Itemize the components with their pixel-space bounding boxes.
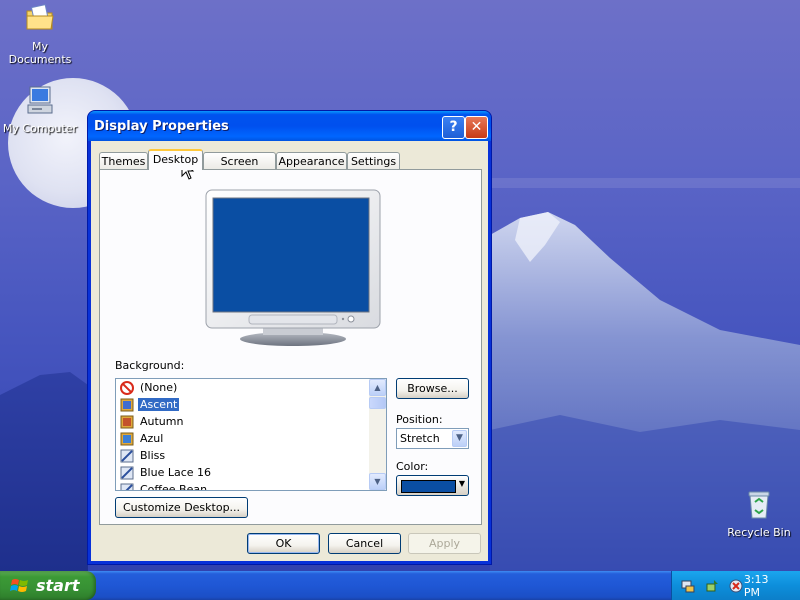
safely-remove-icon[interactable] (704, 578, 720, 594)
window-title: Display Properties (94, 119, 229, 134)
computer-icon (27, 86, 53, 114)
system-tray: 3:13 PM (671, 571, 800, 600)
list-item-label: Bliss (140, 449, 166, 462)
pattern-icon (120, 466, 134, 479)
customize-desktop-button[interactable]: Customize Desktop... (115, 497, 248, 518)
position-label: Position: (396, 413, 443, 426)
apply-button[interactable]: Apply (408, 533, 481, 554)
help-button[interactable]: ? (442, 116, 465, 139)
background-label: Background: (115, 359, 185, 372)
list-item[interactable]: Blue Lace 16 (120, 464, 213, 481)
tab-appearance[interactable]: Appearance (276, 152, 347, 169)
image-icon (120, 415, 134, 428)
image-icon (120, 398, 134, 411)
desktop-icon-label: Recycle Bin (727, 526, 791, 539)
list-item-label: Autumn (140, 415, 184, 428)
monitor-preview (205, 189, 381, 346)
desktop-icon-label: My Computer (2, 122, 78, 135)
start-button[interactable]: start (0, 571, 96, 600)
title-bar[interactable]: Display Properties ? ✕ (88, 111, 491, 141)
chevron-down-icon: ▼ (458, 479, 465, 488)
color-label: Color: (396, 460, 429, 473)
background-listbox[interactable]: (None) Ascent Autumn Azul Bliss Blue Lac… (115, 378, 387, 491)
list-item[interactable]: Ascent (120, 396, 181, 413)
ok-button[interactable]: OK (247, 533, 320, 554)
desktop-icon-my-computer[interactable]: My Computer (0, 84, 80, 135)
desktop-icon-label: My Documents (8, 40, 72, 66)
security-icon[interactable] (728, 578, 744, 594)
position-select[interactable]: Stretch ▼ (396, 428, 469, 449)
image-icon (120, 432, 134, 445)
tab-settings[interactable]: Settings (347, 152, 400, 169)
desktop-icon-recycle-bin[interactable]: Recycle Bin (719, 488, 799, 539)
list-item[interactable]: Autumn (120, 413, 185, 430)
list-item[interactable]: (None) (120, 379, 179, 396)
taskbar: start 3:13 PM (0, 571, 800, 600)
windows-logo-icon (10, 578, 28, 592)
list-item[interactable]: Coffee Bean (120, 481, 209, 491)
recycle-bin-icon (748, 491, 770, 519)
cancel-button[interactable]: Cancel (328, 533, 401, 554)
list-item[interactable]: Bliss (120, 447, 167, 464)
desktop-tab-panel: Background: (None) Ascent Autumn Azul Bl… (99, 169, 482, 525)
dialog-client-area: Themes Desktop Screen Saver Appearance S… (91, 141, 488, 561)
chevron-down-icon[interactable]: ▼ (452, 430, 467, 447)
folder-documents-icon (26, 4, 54, 30)
pattern-icon (120, 449, 134, 462)
list-item-label: Coffee Bean (140, 483, 208, 491)
clock[interactable]: 3:13 PM (744, 573, 788, 599)
color-picker-button[interactable]: ▼ (396, 475, 469, 496)
color-swatch (401, 480, 456, 493)
scroll-down-button[interactable]: ▼ (369, 473, 386, 490)
tab-desktop[interactable]: Desktop (148, 149, 203, 170)
list-item-label: (None) (140, 381, 178, 394)
vertical-scrollbar[interactable]: ▲ ▼ (369, 379, 386, 490)
none-icon (120, 380, 134, 395)
close-button[interactable]: ✕ (465, 116, 488, 139)
scroll-thumb[interactable] (369, 397, 386, 409)
pattern-icon (120, 483, 134, 490)
network-icon[interactable] (680, 578, 696, 594)
tab-screen-saver[interactable]: Screen Saver (203, 152, 276, 185)
position-value: Stretch (400, 432, 440, 445)
list-item[interactable]: Azul (120, 430, 165, 447)
list-item-label: Blue Lace 16 (140, 466, 212, 479)
scroll-up-button[interactable]: ▲ (369, 379, 386, 396)
list-item-label: Ascent (136, 397, 181, 412)
display-properties-window: Display Properties ? ✕ Themes Desktop Sc… (88, 111, 491, 564)
list-item-label: Azul (140, 432, 164, 445)
start-label: start (36, 576, 80, 595)
desktop-icon-my-documents[interactable]: My Documents (0, 2, 80, 66)
tab-themes[interactable]: Themes (99, 152, 148, 169)
browse-button[interactable]: Browse... (396, 378, 469, 399)
